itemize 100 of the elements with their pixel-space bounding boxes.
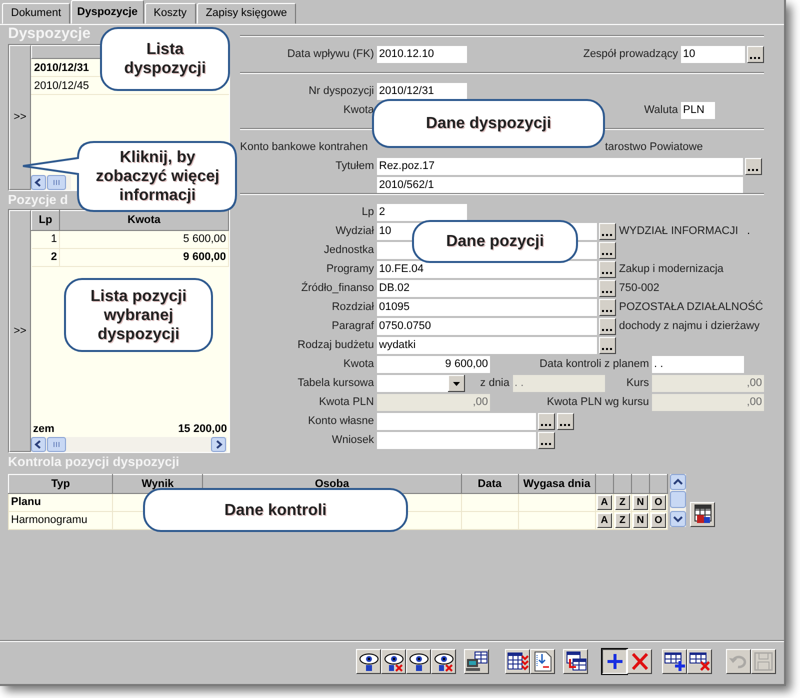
- table-row[interactable]: 2 9 600,00: [32, 248, 228, 266]
- ellipsis-icon: [602, 234, 613, 237]
- table-cell: Harmonogramu: [8, 512, 113, 530]
- scrollbar[interactable]: [31, 437, 227, 452]
- field-description: WYDZIAŁ INFORMACJI: [619, 224, 738, 240]
- ellipsis-icon: [602, 329, 613, 332]
- column-header: [613, 474, 632, 494]
- field-description: POZOSTAŁA DZIAŁALNOŚĆ: [619, 299, 764, 316]
- expand-button[interactable]: >>: [9, 45, 31, 190]
- field-description: 750-002: [619, 281, 660, 296]
- toolbar-button[interactable]: [602, 649, 627, 674]
- field-label: Jednostka: [322, 243, 375, 258]
- input-field[interactable]: 2010/562/1: [377, 177, 743, 194]
- column-header: [649, 474, 668, 494]
- action-button[interactable]: O: [650, 495, 666, 510]
- browse-button[interactable]: [538, 432, 555, 449]
- browse-button[interactable]: [557, 413, 574, 430]
- field-label: z dnia: [479, 376, 510, 392]
- field-label: Wniosek: [330, 433, 375, 448]
- tab[interactable]: Dokument: [2, 3, 70, 24]
- action-button[interactable]: N: [632, 513, 648, 528]
- table-row[interactable]: 1 5 600,00: [32, 230, 228, 248]
- input-field[interactable]: 0750.0750: [377, 318, 597, 335]
- browse-button[interactable]: [599, 337, 616, 354]
- input-field[interactable]: PLN: [681, 102, 715, 119]
- table-button[interactable]: [690, 502, 715, 526]
- browse-button[interactable]: [599, 299, 616, 316]
- browse-button[interactable]: [745, 158, 762, 175]
- scrollbar[interactable]: [670, 474, 686, 526]
- input-field[interactable]: 10.FE.04: [377, 261, 597, 278]
- action-button[interactable]: A: [596, 513, 612, 528]
- eye-icon: [408, 651, 430, 672]
- browse-button[interactable]: [747, 46, 764, 63]
- browse-button[interactable]: [599, 280, 616, 297]
- expand-button[interactable]: >>: [9, 210, 31, 452]
- field-label: Data wpływu (FK): [286, 47, 375, 62]
- table-cross-icon: [688, 651, 710, 672]
- field-label: Rodzaj budżetu: [296, 338, 375, 354]
- input-field[interactable]: 9 600,00: [377, 356, 490, 373]
- column-header: [595, 474, 614, 494]
- field-label: Waluta: [643, 103, 679, 118]
- column-header[interactable]: Lp: [32, 210, 60, 230]
- scrollbar[interactable]: [31, 175, 71, 190]
- table-copy-icon: [564, 651, 586, 672]
- browse-button[interactable]: [599, 318, 616, 335]
- ellipsis-icon: [602, 253, 613, 256]
- input-field[interactable]: 2: [377, 204, 467, 221]
- ellipsis-icon: [602, 272, 613, 275]
- field-label: Kurs: [625, 376, 650, 392]
- input-field[interactable]: 01095: [377, 299, 597, 316]
- column-header[interactable]: Typ: [8, 474, 113, 494]
- field-label: Zespół prowadzący: [582, 47, 679, 62]
- table-cell: Planu: [8, 494, 113, 512]
- browse-button[interactable]: [538, 413, 555, 430]
- field-label: Programy: [325, 262, 375, 278]
- table-cell: 1: [32, 230, 60, 248]
- tab[interactable]: Dyspozycje: [71, 0, 144, 24]
- dot-mark: .: [746, 224, 750, 240]
- input-field[interactable]: wydatki: [377, 337, 597, 354]
- input-field[interactable]: 2010/12/31: [377, 83, 467, 100]
- input-field[interactable]: 10: [681, 46, 745, 63]
- field-label: Konto bankowe kontrahen: [240, 140, 369, 156]
- input-field[interactable]: [377, 432, 536, 449]
- save-icon: [752, 651, 774, 672]
- tab[interactable]: Koszty: [144, 3, 196, 24]
- action-button[interactable]: Z: [614, 513, 630, 528]
- column-header[interactable]: Wygasa dnia: [518, 474, 596, 494]
- document-arrow-icon: [532, 651, 554, 672]
- field-label: Tytułem: [334, 159, 375, 174]
- input-field[interactable]: DB.02: [377, 280, 597, 297]
- field-label: Nr dyspozycji: [308, 84, 375, 100]
- input-field[interactable]: . .: [652, 356, 744, 373]
- input-field[interactable]: [377, 413, 536, 430]
- eye-cross-icon: [382, 651, 404, 672]
- action-button[interactable]: N: [632, 495, 648, 510]
- ellipsis-icon: [602, 348, 613, 351]
- column-header[interactable]: Kwota: [60, 210, 228, 230]
- action-button[interactable]: A: [596, 495, 612, 510]
- browse-button[interactable]: [599, 242, 616, 259]
- action-button[interactable]: Z: [614, 495, 630, 510]
- input-field[interactable]: Rez.poz.17: [377, 158, 743, 175]
- field-label: Kwota PLN wg kursu: [546, 395, 650, 410]
- field-label: Paragraf: [330, 319, 375, 334]
- callout-tooltip: Dane kontroli: [143, 488, 408, 532]
- ellipsis-icon: [602, 291, 613, 294]
- column-header[interactable]: Data: [461, 474, 518, 494]
- column-header: [631, 474, 650, 494]
- ellipsis-icon: [602, 310, 613, 313]
- input-field[interactable]: 2010.12.10: [377, 46, 467, 63]
- caret-icon[interactable]: [448, 375, 465, 392]
- dropdown[interactable]: [377, 375, 465, 392]
- browse-button[interactable]: [599, 223, 616, 240]
- field-label: tarostwo Powiatowe: [605, 140, 704, 156]
- field-label: Kwota PLN: [318, 395, 375, 410]
- action-button[interactable]: O: [650, 513, 666, 528]
- field-label: Data kontroli z planem: [538, 357, 650, 372]
- tab[interactable]: Zapisy księgowe: [196, 3, 296, 24]
- table-icon: [692, 504, 712, 524]
- browse-button[interactable]: [599, 261, 616, 278]
- field-description: dochody z najmu i dzierżawy: [619, 319, 760, 334]
